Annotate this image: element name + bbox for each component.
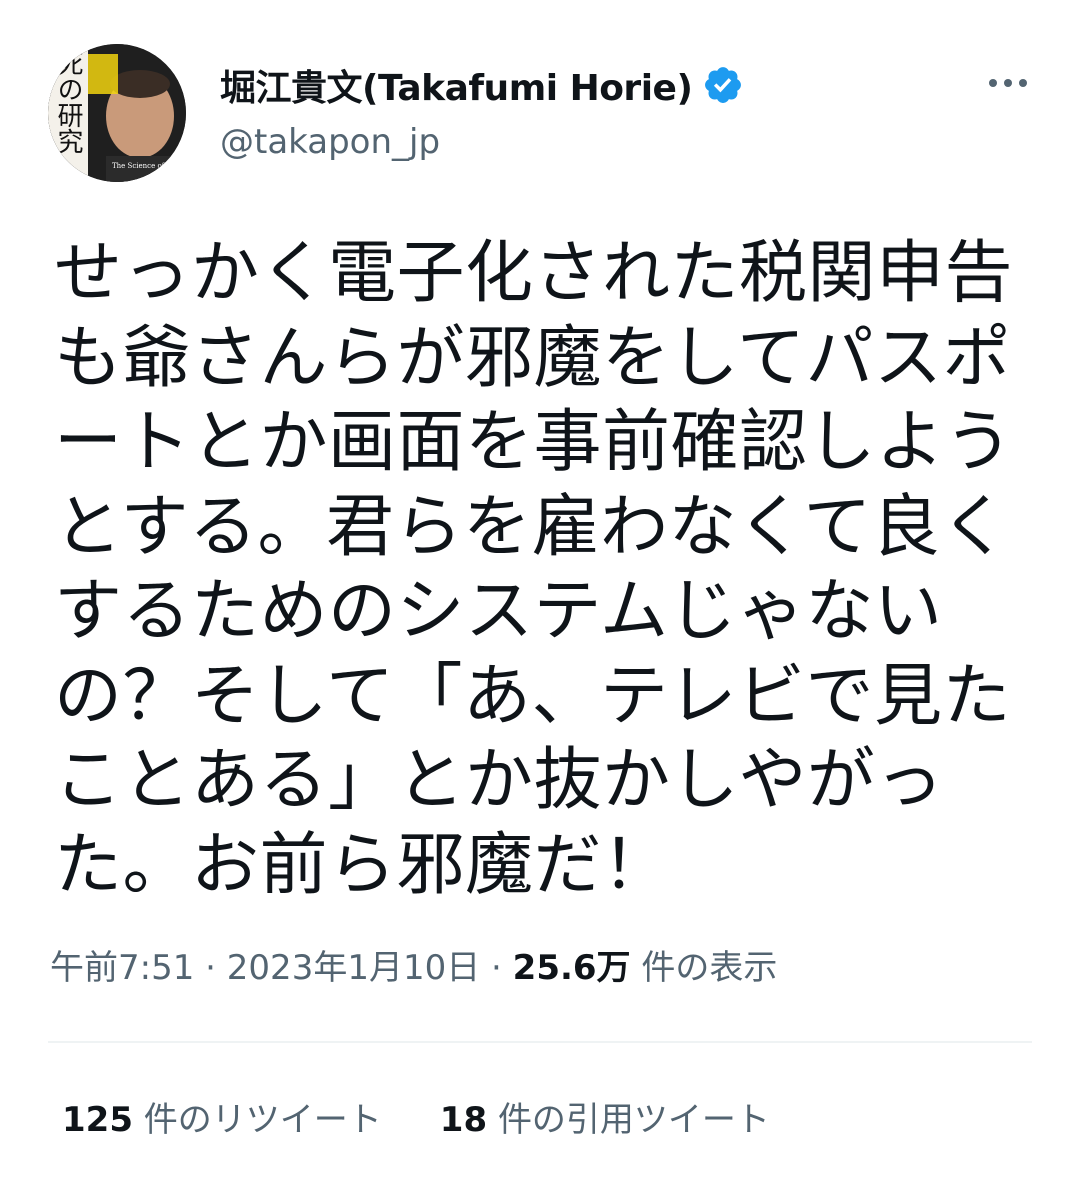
author-name-block: 堀江貴文(Takafumi Horie) @takapon_jp	[220, 62, 744, 162]
display-name-row: 堀江貴文(Takafumi Horie)	[220, 59, 744, 111]
more-horizontal-icon-dot	[1019, 79, 1027, 87]
quotes-stat[interactable]: 18 件の引用ツイート	[440, 1092, 770, 1141]
tweet-stats: 125 件のリツイート 18 件の引用ツイート	[62, 1092, 770, 1141]
verified-badge-icon	[702, 64, 744, 106]
author-handle[interactable]: @takapon_jp	[220, 122, 744, 162]
avatar-book-title: 不死の研究	[53, 44, 83, 154]
quotes-label: 件の引用ツイート	[497, 1100, 770, 1140]
retweets-stat[interactable]: 125 件のリツイート	[62, 1092, 382, 1141]
avatar-book-subtitle: The Science of Immortality	[112, 162, 186, 170]
author-display-name[interactable]: 堀江貴文(Takafumi Horie)	[220, 59, 693, 111]
more-horizontal-icon-dot	[1004, 79, 1012, 87]
avatar-image: 不死の研究 The Science of Immortality	[48, 44, 186, 182]
more-horizontal-icon	[989, 79, 997, 87]
author-avatar[interactable]: 不死の研究 The Science of Immortality	[48, 44, 186, 182]
retweets-count: 125	[62, 1100, 133, 1140]
retweets-label: 件のリツイート	[143, 1100, 382, 1140]
quotes-count: 18	[439, 1100, 488, 1140]
divider	[48, 1041, 1032, 1043]
views-count: 25.6万	[512, 948, 631, 988]
tweet-date[interactable]: 2023年1月10日	[227, 948, 480, 988]
more-options-button[interactable]	[978, 60, 1038, 106]
meta-separator: ·	[205, 948, 216, 988]
tweet-time[interactable]: 午前7:51	[50, 948, 194, 988]
views-label: 件の表示	[641, 948, 778, 988]
tweet-header: 不死の研究 The Science of Immortality 堀江貴文(Ta…	[48, 44, 1038, 184]
tweet-meta: 午前7:51 · 2023年1月10日 · 25.6万 件の表示	[50, 940, 777, 989]
tweet-text: せっかく電子化された税関申告も爺さんらが邪魔をしてパスポートとか画面を事前確認し…	[54, 234, 1014, 905]
meta-separator: ·	[491, 948, 502, 988]
